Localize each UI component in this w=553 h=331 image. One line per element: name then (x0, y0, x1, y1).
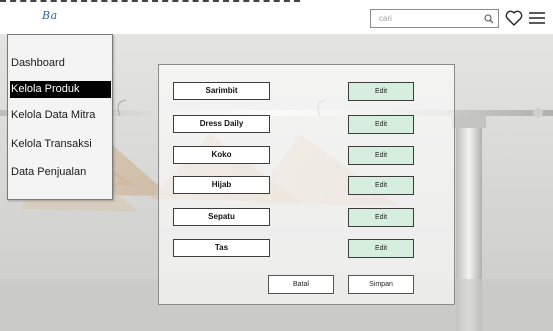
edit-button-sepatu[interactable]: Edit (348, 208, 414, 227)
heart-icon[interactable] (505, 10, 523, 26)
edit-button-tas[interactable]: Edit (348, 239, 414, 258)
category-label-koko: Koko (173, 146, 270, 164)
edit-button-hijab[interactable]: Edit (348, 176, 414, 195)
sidebar-item-kelola-data-mitra[interactable]: Kelola Data Mitra (10, 107, 111, 124)
search-box[interactable] (370, 9, 499, 28)
search-icon[interactable] (484, 14, 494, 24)
category-label-sarimbit: Sarimbit (173, 82, 270, 100)
search-input[interactable] (371, 10, 479, 27)
edit-button-sarimbit[interactable]: Edit (348, 82, 414, 101)
sidebar-item-kelola-produk[interactable]: Kelola Produk (10, 81, 111, 98)
cancel-button[interactable]: Batal (268, 275, 334, 294)
sidebar-item-kelola-transaksi[interactable]: Kelola Transaksi (10, 136, 111, 153)
sidebar-item-dashboard[interactable]: Dashboard (10, 55, 111, 72)
category-label-tas: Tas (173, 239, 270, 257)
sidebar-menu: Dashboard Kelola Produk Kelola Data Mitr… (7, 34, 113, 200)
category-label-dress-daily: Dress Daily (173, 115, 270, 133)
hamburger-menu-icon[interactable] (528, 11, 546, 25)
sidebar-item-data-penjualan[interactable]: Data Penjualan (10, 164, 111, 181)
product-category-panel: Sarimbit Edit Dress Daily Edit Koko Edit… (158, 64, 455, 305)
save-button[interactable]: Simpan (348, 275, 414, 294)
edit-button-dress-daily[interactable]: Edit (348, 115, 414, 134)
top-bar: Ba (0, 0, 553, 34)
brand-logo[interactable]: Ba (42, 9, 58, 22)
edit-button-koko[interactable]: Edit (348, 146, 414, 165)
header-edge (0, 0, 300, 3)
category-label-sepatu: Sepatu (173, 208, 270, 226)
category-label-hijab: Hijab (173, 176, 270, 194)
